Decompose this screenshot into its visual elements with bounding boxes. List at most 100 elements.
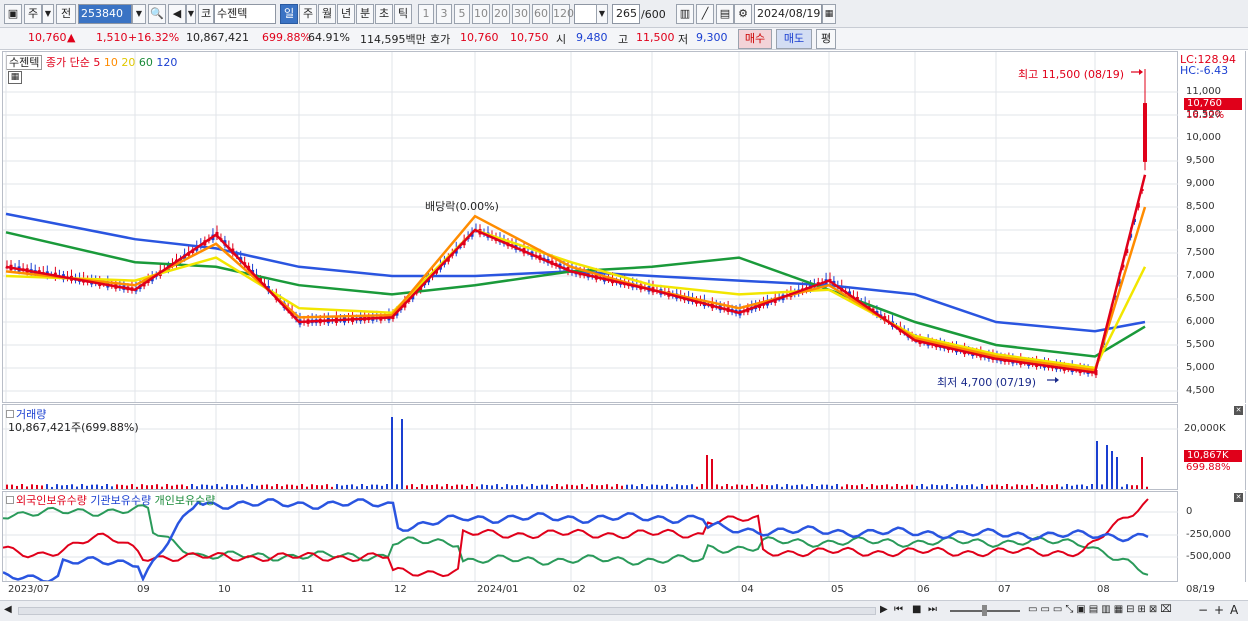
layout-icon[interactable]: ▣ — [4, 4, 22, 24]
volume-bar — [691, 484, 693, 489]
volume-bar — [296, 485, 298, 489]
forward-icon[interactable]: ⏭ — [928, 604, 937, 615]
line-icon[interactable]: ╱ — [696, 4, 714, 24]
panel-toggle-icon[interactable] — [6, 496, 14, 504]
chevron-down-icon[interactable]: ▼ — [42, 4, 54, 24]
save-icon[interactable]: ▤ — [716, 4, 734, 24]
period-day[interactable]: 일 — [280, 4, 298, 24]
volume-bar — [436, 484, 438, 489]
price-chart — [3, 52, 1178, 402]
period-minute[interactable]: 분 — [356, 4, 374, 24]
interval-60[interactable]: 60 — [532, 4, 550, 24]
text-tool-icon[interactable]: A — [1230, 603, 1238, 617]
foreign-line — [3, 498, 1149, 578]
volume-bar — [731, 486, 733, 489]
price-tick-label: 8,500 — [1186, 201, 1215, 212]
speaker-icon[interactable]: ◀ — [168, 4, 186, 24]
volume-bar — [176, 484, 178, 489]
volume-bar — [1006, 484, 1008, 489]
volume-bar — [891, 486, 893, 489]
volume-bar — [156, 484, 158, 489]
volume-bar — [81, 484, 83, 489]
count-input[interactable]: 265 — [612, 4, 640, 24]
volume-bar — [51, 486, 53, 489]
interval-20[interactable]: 20 — [492, 4, 510, 24]
code-dropdown-icon[interactable]: ▼ — [132, 4, 146, 24]
dividend-annotation: 배당락(0.00%) — [425, 200, 499, 213]
interval-30[interactable]: 30 — [512, 4, 530, 24]
volume-bar — [966, 485, 968, 489]
volume-bar — [646, 486, 648, 489]
panel-toggle-icon[interactable] — [6, 410, 14, 418]
current-price-tag: 10,760 — [1184, 98, 1242, 110]
volume-bar — [346, 484, 348, 489]
volume-bar — [36, 484, 38, 489]
tool-icons[interactable]: ▭▭▭⤡▣▤▥▦⊟⊞⊠⌧ — [1028, 604, 1175, 615]
volume-bar — [86, 485, 88, 489]
volume-bar — [301, 484, 303, 489]
volume-bar — [506, 484, 508, 489]
close-icon[interactable]: ✕ — [1234, 406, 1243, 415]
volume-bar — [931, 484, 933, 489]
zoom-in-icon[interactable]: + — [1214, 603, 1224, 617]
search-icon[interactable]: 🔍 — [148, 4, 166, 24]
high-arrow-icon — [1139, 69, 1143, 75]
price-tick-label: 6,000 — [1186, 316, 1215, 327]
volume-bar — [1086, 486, 1088, 489]
volume-bar — [886, 484, 888, 489]
period-second[interactable]: 초 — [375, 4, 393, 24]
interval-120[interactable]: 120 — [552, 4, 574, 24]
volume-bar — [246, 486, 248, 489]
period-tick[interactable]: 틱 — [394, 4, 412, 24]
ask-price: 10,760 — [460, 31, 499, 44]
volume-bar — [426, 485, 428, 489]
volume-bar — [106, 484, 108, 489]
interval-5[interactable]: 5 — [454, 4, 470, 24]
volume-bar — [866, 486, 868, 489]
period-month[interactable]: 월 — [318, 4, 336, 24]
calendar-icon[interactable]: ▦ — [822, 4, 836, 24]
market-label[interactable]: 코 — [198, 4, 214, 24]
volume-bar — [361, 484, 363, 489]
scroll-right-icon[interactable]: ▶ — [880, 604, 888, 615]
current-price: 10,760 — [28, 31, 67, 44]
close-icon[interactable]: ✕ — [1234, 493, 1243, 502]
prev-button[interactable]: 전 — [56, 4, 76, 24]
type-select[interactable]: 주 — [24, 4, 42, 24]
eval-button[interactable]: 평 — [816, 29, 836, 49]
interval-10[interactable]: 10 — [472, 4, 490, 24]
x-tick-label: 05 — [831, 584, 844, 595]
volume-bar — [746, 485, 748, 489]
volume-current-tag: 10,867K — [1184, 450, 1242, 462]
volume-bar — [771, 485, 773, 489]
volume-bar — [46, 484, 48, 489]
interval-1[interactable]: 1 — [418, 4, 434, 24]
volume-bar — [521, 484, 523, 489]
candle-icon[interactable]: ▥ — [676, 4, 694, 24]
volume-bar — [451, 485, 453, 489]
date-input[interactable]: 2024/08/19 — [754, 4, 822, 24]
stock-name-field[interactable]: 수젠텍 — [214, 4, 276, 24]
period-week[interactable]: 주 — [299, 4, 317, 24]
horizontal-scrollbar[interactable] — [18, 607, 876, 615]
volume-bar — [6, 484, 8, 489]
zoom-out-icon[interactable]: − — [1198, 603, 1208, 617]
zoom-slider-handle[interactable] — [982, 605, 987, 616]
x-tick-label: 06 — [917, 584, 930, 595]
interval-3[interactable]: 3 — [436, 4, 452, 24]
volume-bar — [571, 484, 573, 489]
rewind-icon[interactable]: ⏮ — [894, 604, 903, 615]
volume-bar — [431, 484, 433, 489]
speaker-dropdown-icon[interactable]: ▼ — [186, 4, 196, 24]
buy-button[interactable]: 매수 — [738, 29, 772, 49]
stop-icon[interactable]: ■ — [912, 604, 921, 615]
volume-bar — [841, 486, 843, 489]
volume-bar — [821, 484, 823, 489]
interval-dropdown-icon[interactable]: ▼ — [596, 4, 608, 24]
stock-code-input[interactable]: 253840 — [78, 4, 132, 24]
scroll-left-icon[interactable]: ◀ — [4, 604, 12, 615]
sell-button[interactable]: 매도 — [776, 29, 812, 49]
period-year[interactable]: 년 — [337, 4, 355, 24]
volume-bar — [181, 484, 183, 489]
gear-icon[interactable]: ⚙ — [734, 4, 752, 24]
